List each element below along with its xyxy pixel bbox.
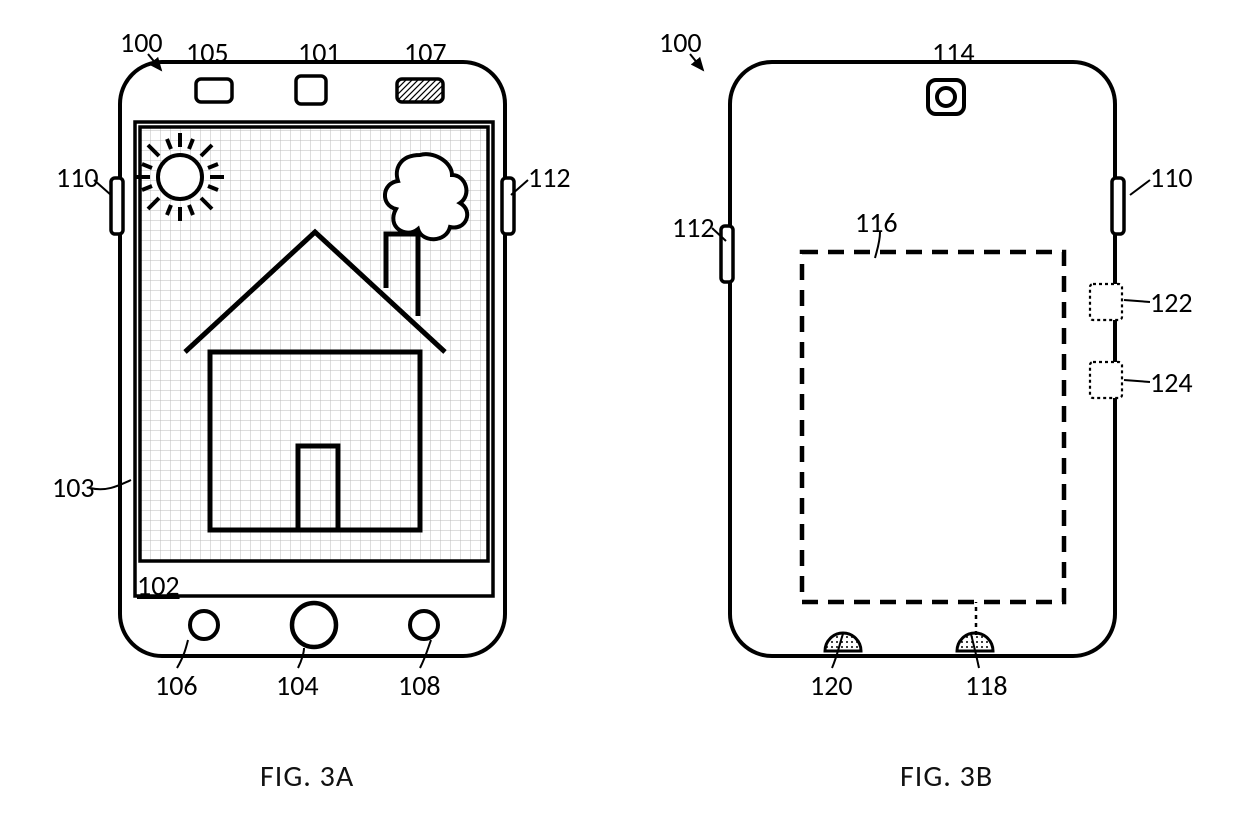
ref-front_camera: 107 (404, 35, 447, 70)
ref-conn_left: 120 (810, 668, 853, 703)
ref-device: 100 (120, 25, 163, 60)
ref-home: 104 (276, 668, 319, 703)
ref-battery: 116 (855, 205, 898, 240)
ref-screen: 102 (137, 568, 180, 603)
ref-conn_right: 118 (965, 668, 1008, 703)
fig-3b-caption: FIG. 3B (900, 758, 993, 795)
ref-port_b: 124 (1150, 365, 1193, 400)
ref-device: 100 (659, 25, 702, 60)
ref-side_btn_right: 112 (528, 160, 571, 195)
ref-side_right: 110 (1150, 160, 1193, 195)
ref-display: 103 (52, 470, 95, 505)
ref-earpiece: 105 (186, 35, 229, 70)
lead-lines (0, 0, 1240, 832)
ref-side_left: 112 (672, 210, 715, 245)
ref-soft_right: 108 (398, 668, 441, 703)
ref-soft_left: 106 (155, 668, 198, 703)
ref-rear_cam: 114 (932, 35, 975, 70)
ref-port_a: 122 (1150, 285, 1193, 320)
ref-side_btn_left: 110 (56, 160, 99, 195)
ref-front_sensor: 101 (298, 35, 341, 70)
fig-3a-caption: FIG. 3A (260, 758, 354, 795)
